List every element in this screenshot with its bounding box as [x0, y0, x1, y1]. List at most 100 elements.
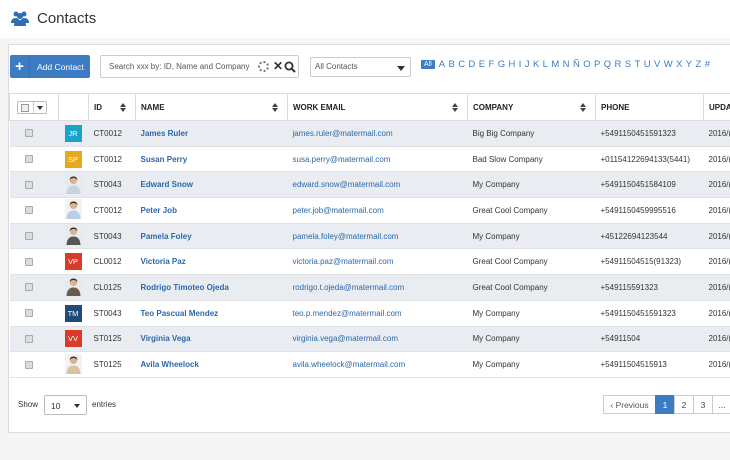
- table-row[interactable]: SP CT0012 Susan Perry susa.perry@matermail.…: [9, 146, 730, 173]
- row-checkbox[interactable]: [24, 257, 33, 266]
- contact-name-link[interactable]: Edward Snow: [141, 180, 193, 189]
- contact-name-link[interactable]: Susan Perry: [141, 155, 188, 164]
- column-header-updated[interactable]: UPDAT: [703, 93, 730, 121]
- alpha-letter-link[interactable]: M: [551, 59, 559, 70]
- alpha-letter-link[interactable]: B: [449, 59, 455, 70]
- table-row[interactable]: ST0043 Edward Snow edward.snow@matermail.c…: [9, 171, 730, 199]
- column-header-phone[interactable]: PHONE: [595, 93, 704, 121]
- contact-email-link[interactable]: susa.perry@matermail.com: [293, 155, 391, 164]
- column-header-work-email[interactable]: WORK EMAIL: [287, 93, 468, 121]
- alpha-letter-link[interactable]: C: [458, 59, 465, 70]
- row-checkbox[interactable]: [24, 206, 33, 215]
- contact-name-link[interactable]: Pamela Foley: [141, 232, 192, 241]
- contact-filter-select[interactable]: All Contacts: [310, 57, 411, 77]
- sort-icon[interactable]: [452, 103, 458, 113]
- row-checkbox[interactable]: [24, 360, 33, 369]
- email-cell: teo.p.mendez@matermail.com: [287, 300, 468, 327]
- alpha-letter-link[interactable]: S: [625, 59, 631, 70]
- contact-name-link[interactable]: Peter Job: [141, 206, 177, 215]
- contact-avatar: VV: [64, 330, 82, 348]
- row-checkbox[interactable]: [24, 155, 33, 164]
- clear-icon[interactable]: ✕: [273, 59, 283, 73]
- column-header-id[interactable]: ID: [88, 93, 136, 121]
- alpha-letter-link[interactable]: L: [543, 59, 548, 70]
- alpha-letter-link[interactable]: U: [644, 59, 651, 70]
- row-checkbox[interactable]: [24, 309, 33, 318]
- contact-email-link[interactable]: avila.wheelock@matermail.com: [293, 360, 406, 369]
- table-row[interactable]: JR CT0012 James Ruler james.ruler@matermail…: [9, 120, 730, 147]
- alpha-letter-link[interactable]: X: [676, 59, 682, 70]
- chevron-down-icon[interactable]: [33, 102, 47, 113]
- alpha-letter-link[interactable]: #: [705, 59, 710, 70]
- updated-cell: 2016/(: [703, 120, 730, 147]
- contact-name-link[interactable]: Rodrigo Timoteo Ojeda: [141, 283, 229, 292]
- table-row[interactable]: CT0012 Peter Job peter.job@matermail.com Gr…: [9, 197, 730, 224]
- search-input[interactable]: Search xxx by: ID, Name and Company ✕: [100, 55, 299, 78]
- alpha-letter-link[interactable]: V: [654, 59, 660, 70]
- page-button[interactable]: 3: [693, 395, 713, 414]
- table-row[interactable]: CL0125 Rodrigo Timoteo Ojeda rodrigo.t.oje…: [9, 274, 730, 301]
- alpha-letter-link[interactable]: Z: [696, 59, 702, 70]
- contact-name-link[interactable]: Victoria Paz: [141, 257, 186, 266]
- alpha-letter-link[interactable]: T: [635, 59, 641, 70]
- row-checkbox[interactable]: [24, 283, 33, 292]
- id-cell: CT0012: [88, 146, 136, 173]
- sort-icon[interactable]: [272, 103, 278, 113]
- page-button[interactable]: 1: [655, 395, 675, 414]
- row-checkbox[interactable]: [24, 129, 33, 138]
- add-contact-button[interactable]: + Add Contact: [10, 55, 90, 78]
- alpha-letter-link[interactable]: O: [583, 59, 590, 70]
- alpha-letter-link[interactable]: Y: [686, 59, 692, 70]
- row-checkbox[interactable]: [24, 232, 33, 241]
- contact-email-link[interactable]: virginia.vega@matermail.com: [293, 334, 399, 343]
- table-row[interactable]: ST0125 Avila Wheelock avila.wheelock@mater…: [9, 351, 730, 378]
- page-button[interactable]: 2: [674, 395, 694, 414]
- sort-icon[interactable]: [580, 103, 586, 113]
- contact-email-link[interactable]: james.ruler@matermail.com: [293, 129, 393, 138]
- alpha-letter-link[interactable]: W: [664, 59, 673, 70]
- row-checkbox[interactable]: [24, 334, 33, 343]
- contact-name-link[interactable]: James Ruler: [141, 129, 189, 138]
- contact-email-link[interactable]: edward.snow@matermail.com: [293, 180, 401, 189]
- alpha-letter-link[interactable]: D: [469, 59, 476, 70]
- page-length-select[interactable]: 10: [44, 395, 87, 415]
- table-row[interactable]: VV ST0125 Virginia Vega virginia.vega@mater…: [9, 326, 730, 353]
- id-cell: ST0043: [88, 223, 136, 250]
- contact-name-link[interactable]: Virginia Vega: [141, 334, 191, 343]
- alpha-letter-link[interactable]: N: [563, 59, 570, 70]
- alpha-letter-link[interactable]: E: [479, 59, 485, 70]
- search-icon[interactable]: [284, 61, 296, 73]
- contact-name-link[interactable]: Avila Wheelock: [141, 360, 199, 369]
- contact-email-link[interactable]: victoria.paz@matermail.com: [293, 257, 394, 266]
- alpha-letter-link[interactable]: Ñ: [573, 59, 580, 70]
- alpha-letter-link[interactable]: I: [519, 59, 522, 70]
- alpha-all-button[interactable]: All: [421, 60, 435, 69]
- column-header-label: ID: [94, 102, 102, 112]
- alpha-letter-link[interactable]: J: [525, 59, 530, 70]
- contact-email-link[interactable]: pamela.foley@matermail.com: [293, 232, 399, 241]
- alpha-letter-link[interactable]: A: [439, 59, 445, 70]
- alpha-letter-link[interactable]: G: [498, 59, 505, 70]
- contact-email-link[interactable]: teo.p.mendez@matermail.com: [293, 309, 402, 318]
- alpha-letter-link[interactable]: R: [615, 59, 622, 70]
- contact-email-link[interactable]: peter.job@matermail.com: [293, 206, 384, 215]
- contact-name-link[interactable]: Teo Pascual Mendez: [141, 309, 219, 318]
- sort-icon[interactable]: [120, 103, 126, 113]
- alpha-letter-link[interactable]: P: [594, 59, 600, 70]
- alpha-letter-link[interactable]: H: [509, 59, 516, 70]
- alpha-letter-link[interactable]: Q: [604, 59, 611, 70]
- alpha-letter-link[interactable]: K: [533, 59, 539, 70]
- table-row[interactable]: TM ST0043 Teo Pascual Mendez teo.p.mendez@m…: [9, 300, 730, 327]
- row-checkbox[interactable]: [24, 180, 33, 189]
- phone-cell: +54911504515913: [595, 351, 704, 378]
- previous-page-button[interactable]: ‹ Previous: [603, 395, 656, 414]
- table-row[interactable]: ST0043 Pamela Foley pamela.foley@matermail…: [9, 223, 730, 250]
- table-row[interactable]: VP CL0012 Victoria Paz victoria.paz@materma…: [9, 248, 730, 276]
- select-all-checkbox[interactable]: [17, 101, 47, 114]
- column-header-name[interactable]: NAME: [135, 93, 288, 121]
- column-header-company[interactable]: COMPANY: [467, 93, 596, 121]
- alpha-letter-link[interactable]: F: [489, 59, 495, 70]
- filter-value: All Contacts: [315, 62, 358, 71]
- more-pages-button[interactable]: ...: [712, 395, 730, 414]
- contact-email-link[interactable]: rodrigo.t.ojeda@matermail.com: [293, 283, 405, 292]
